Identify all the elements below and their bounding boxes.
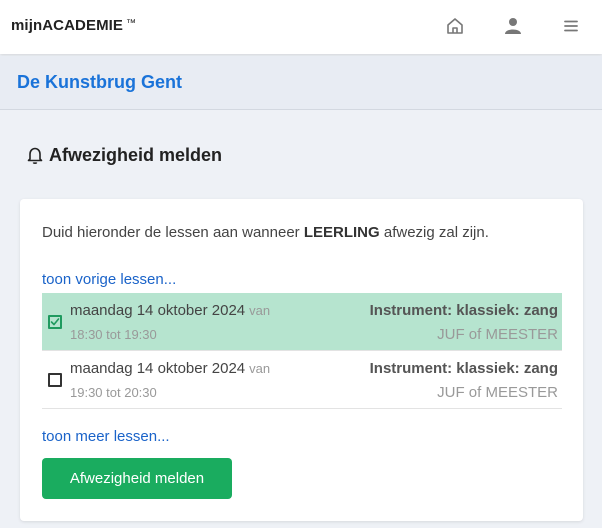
report-absence-button[interactable]: Afwezigheid melden <box>42 458 232 499</box>
lesson-instrument: Instrument: klassiek: zang <box>369 302 558 319</box>
app-logo[interactable]: mijnACADEMIE ™ <box>11 17 136 34</box>
home-icon[interactable] <box>445 16 465 36</box>
lesson-row[interactable]: maandag 14 oktober 2024 van 19:30 tot 20:… <box>42 351 562 409</box>
page-title: Afwezigheid melden <box>49 144 223 165</box>
show-previous-lessons-link[interactable]: toon vorige lessen... <box>42 271 176 288</box>
school-bar: De Kunstbrug Gent <box>0 56 602 110</box>
page-heading: Afwezigheid melden <box>25 143 222 167</box>
lesson-time: 19:30 tot 20:30 <box>70 385 157 400</box>
intro-text-end: afwezig zal zijn. <box>379 224 489 241</box>
brand-name: mijnACADEMIE <box>11 17 124 34</box>
lesson-row[interactable]: maandag 14 oktober 2024 van 18:30 tot 19:… <box>42 293 562 351</box>
intro-text: Duid hieronder de lessen aan wanneer LEE… <box>42 224 489 241</box>
lesson-date-text: maandag 14 oktober 2024 <box>70 360 246 377</box>
lesson-checkbox[interactable] <box>48 315 62 329</box>
lesson-date: maandag 14 oktober 2024 van <box>70 302 270 319</box>
top-navbar: mijnACADEMIE ™ <box>0 0 602 54</box>
bell-icon <box>25 145 45 165</box>
intro-text-start: Duid hieronder de lessen aan wanneer <box>42 224 304 241</box>
student-name: LEERLING <box>303 224 380 241</box>
trademark: ™ <box>126 18 137 29</box>
lesson-date: maandag 14 oktober 2024 van <box>70 360 270 377</box>
school-name[interactable]: De Kunstbrug Gent <box>17 72 182 93</box>
lesson-van: van <box>249 303 271 318</box>
lesson-van: van <box>249 361 271 376</box>
lesson-teacher: JUF of MEESTER <box>437 384 558 401</box>
checkmark-icon <box>50 318 60 326</box>
menu-icon[interactable] <box>561 16 581 36</box>
lesson-instrument: Instrument: klassiek: zang <box>369 360 558 377</box>
lesson-date-text: maandag 14 oktober 2024 <box>70 302 246 319</box>
absence-card: Duid hieronder de lessen aan wanneer LEE… <box>20 199 583 521</box>
user-icon[interactable] <box>503 16 523 36</box>
show-more-lessons-link[interactable]: toon meer lessen... <box>42 428 170 445</box>
lesson-checkbox[interactable] <box>48 373 62 387</box>
lesson-teacher: JUF of MEESTER <box>437 326 558 343</box>
lesson-time: 18:30 tot 19:30 <box>70 327 157 342</box>
